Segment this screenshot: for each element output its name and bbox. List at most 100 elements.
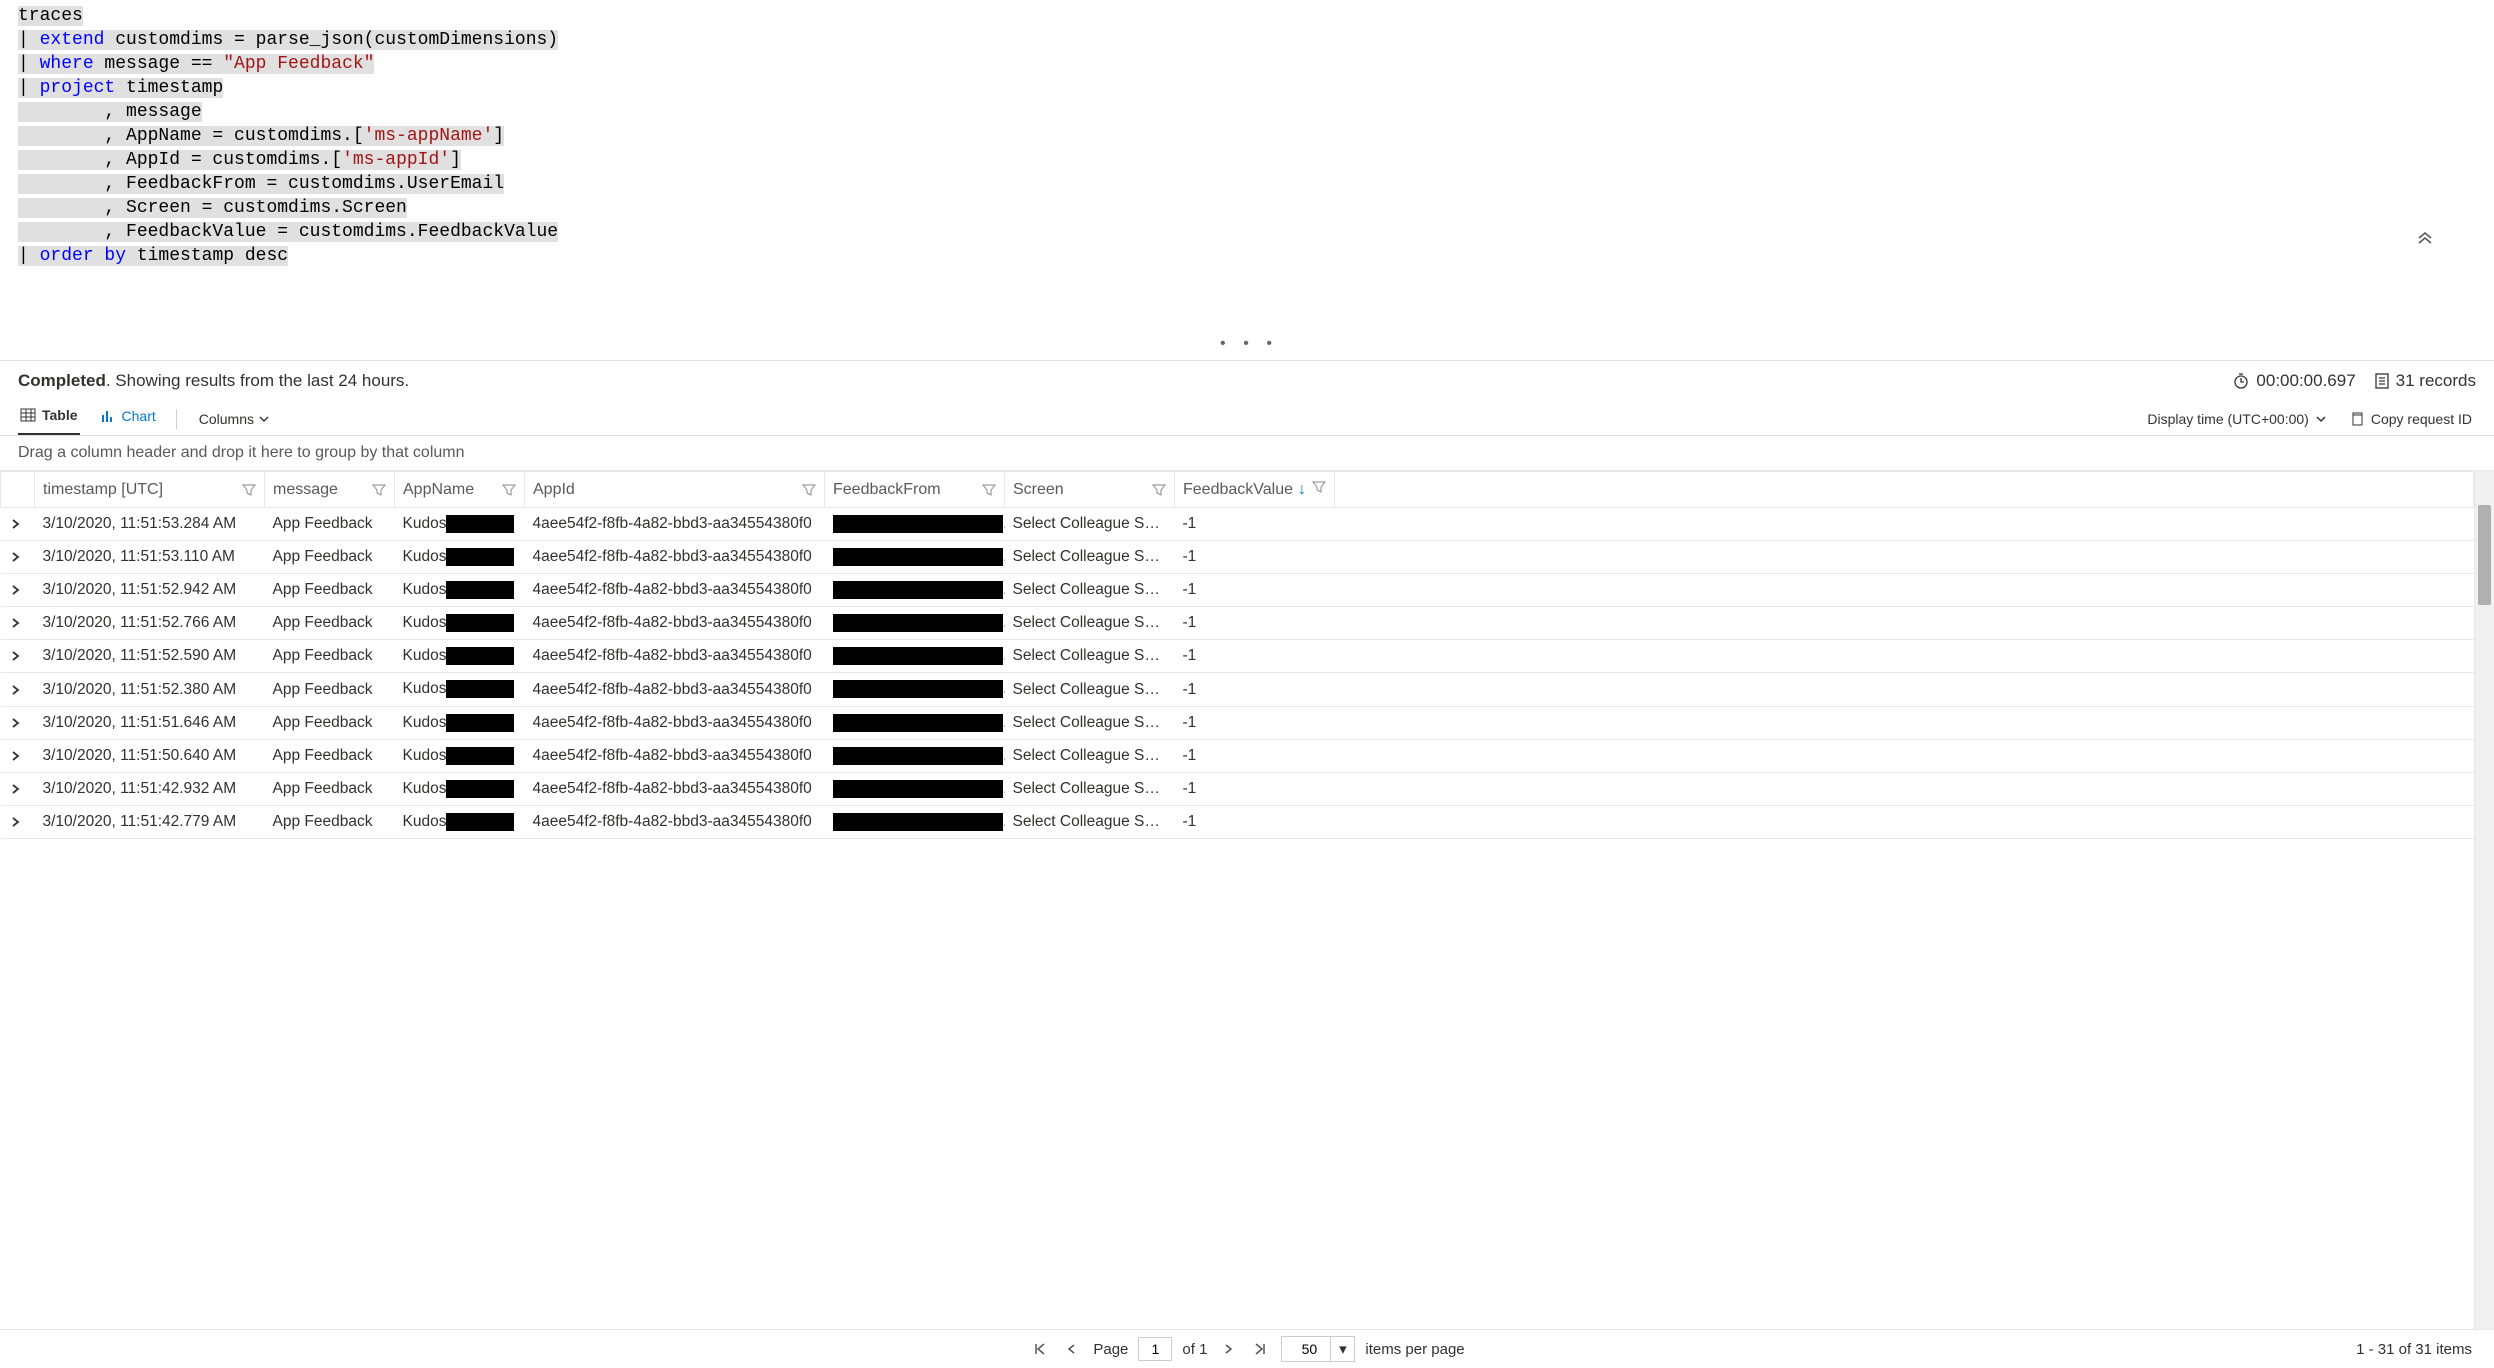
cell-screen: Select Colleague Screen [1005, 574, 1175, 607]
redacted-block [833, 780, 1003, 798]
resize-handle-icon[interactable]: • • • [1218, 332, 1276, 356]
expand-row-button[interactable] [1, 640, 35, 673]
cell-appname: Kudos [395, 805, 525, 838]
cell-feedbackfrom [825, 739, 1005, 772]
query-text: , FeedbackValue = customdims.FeedbackVal… [18, 222, 558, 242]
query-keyword-project: project [40, 78, 116, 98]
cell-feedbackvalue: -1 [1175, 541, 1335, 574]
expand-row-button[interactable] [1, 607, 35, 640]
vertical-scrollbar[interactable] [2474, 471, 2494, 1329]
query-keyword-extend: extend [40, 30, 105, 50]
view-tabs-bar: Table Chart Columns Display time (UTC+00… [0, 397, 2494, 436]
table-row[interactable]: 3/10/2020, 11:51:52.766 AMApp FeedbackKu… [1, 607, 2474, 640]
cell-screen: Select Colleague Screen [1005, 541, 1175, 574]
cell-timestamp: 3/10/2020, 11:51:53.284 AM [35, 508, 265, 541]
table-row[interactable]: 3/10/2020, 11:51:51.646 AMApp FeedbackKu… [1, 706, 2474, 739]
table-row[interactable]: 3/10/2020, 11:51:52.590 AMApp FeedbackKu… [1, 640, 2474, 673]
cell-appname: Kudos [395, 508, 525, 541]
pager-page-input[interactable] [1138, 1337, 1172, 1361]
query-text: timestamp [115, 78, 223, 98]
filter-icon[interactable] [1312, 480, 1326, 494]
cell-timestamp: 3/10/2020, 11:51:50.640 AM [35, 739, 265, 772]
column-header-expand [1, 472, 35, 508]
filter-icon[interactable] [242, 483, 256, 497]
cell-screen: Select Colleague Screen [1005, 673, 1175, 706]
cell-feedbackfrom [825, 574, 1005, 607]
cell-spacer [1335, 706, 2474, 739]
query-text: ] [450, 150, 461, 170]
sort-desc-icon: ↓ [1298, 481, 1306, 498]
query-string: "App Feedback" [223, 54, 374, 74]
cell-message: App Feedback [265, 739, 395, 772]
redacted-block [833, 813, 1003, 831]
filter-icon[interactable] [802, 483, 816, 497]
cell-spacer [1335, 805, 2474, 838]
table-tab[interactable]: Table [18, 403, 80, 435]
redacted-block [446, 614, 514, 632]
cell-spacer [1335, 541, 2474, 574]
cell-screen: Select Colleague Screen [1005, 607, 1175, 640]
cell-message: App Feedback [265, 508, 395, 541]
column-header-appname[interactable]: AppName [395, 472, 525, 508]
cell-appid: 4aee54f2-f8fb-4a82-bbd3-aa34554380f0 [525, 640, 825, 673]
expand-row-button[interactable] [1, 772, 35, 805]
bar-chart-icon [100, 408, 116, 424]
filter-icon[interactable] [1152, 483, 1166, 497]
expand-row-button[interactable] [1, 706, 35, 739]
cell-spacer [1335, 772, 2474, 805]
column-header-feedbackvalue[interactable]: FeedbackValue↓ [1175, 472, 1335, 508]
display-time-dropdown[interactable]: Display time (UTC+00:00) [2143, 407, 2330, 431]
cell-feedbackvalue: -1 [1175, 673, 1335, 706]
pager-size-input[interactable] [1282, 1337, 1330, 1361]
query-keyword-order: order by [40, 246, 126, 266]
copy-request-id-button[interactable]: Copy request ID [2345, 407, 2476, 431]
pager-first-button[interactable] [1029, 1338, 1051, 1360]
pager-size-select[interactable]: ▾ [1281, 1336, 1355, 1362]
expand-row-button[interactable] [1, 673, 35, 706]
pager-prev-button[interactable] [1061, 1338, 1083, 1360]
table-row[interactable]: 3/10/2020, 11:51:42.932 AMApp FeedbackKu… [1, 772, 2474, 805]
expand-row-button[interactable] [1, 805, 35, 838]
query-editor[interactable]: traces | extend customdims = parse_json(… [0, 0, 2494, 361]
columns-button[interactable]: Columns [195, 409, 274, 429]
scrollbar-thumb[interactable] [2478, 505, 2491, 605]
table-row[interactable]: 3/10/2020, 11:51:52.380 AMApp FeedbackKu… [1, 673, 2474, 706]
column-header-feedbackfrom[interactable]: FeedbackFrom [825, 472, 1005, 508]
column-header-appid[interactable]: AppId [525, 472, 825, 508]
query-text: timestamp desc [126, 246, 288, 266]
cell-spacer [1335, 739, 2474, 772]
cell-screen: Select Colleague Screen [1005, 772, 1175, 805]
column-header-timestamp[interactable]: timestamp [UTC] [35, 472, 265, 508]
table-row[interactable]: 3/10/2020, 11:51:42.779 AMApp FeedbackKu… [1, 805, 2474, 838]
collapse-editor-icon[interactable] [2417, 180, 2482, 292]
expand-row-button[interactable] [1, 574, 35, 607]
table-row[interactable]: 3/10/2020, 11:51:53.110 AMApp FeedbackKu… [1, 541, 2474, 574]
column-header-screen[interactable]: Screen [1005, 472, 1175, 508]
cell-feedbackfrom [825, 706, 1005, 739]
cell-feedbackvalue: -1 [1175, 706, 1335, 739]
redacted-block [833, 747, 1003, 765]
expand-row-button[interactable] [1, 508, 35, 541]
table-row[interactable]: 3/10/2020, 11:51:52.942 AMApp FeedbackKu… [1, 574, 2474, 607]
table-row[interactable]: 3/10/2020, 11:51:50.640 AMApp FeedbackKu… [1, 739, 2474, 772]
expand-row-button[interactable] [1, 739, 35, 772]
cell-message: App Feedback [265, 574, 395, 607]
group-by-drop-area[interactable]: Drag a column header and drop it here to… [0, 436, 2494, 471]
column-header-message[interactable]: message [265, 472, 395, 508]
chevron-down-icon[interactable]: ▾ [1330, 1337, 1354, 1361]
filter-icon[interactable] [372, 483, 386, 497]
filter-icon[interactable] [982, 483, 996, 497]
cell-timestamp: 3/10/2020, 11:51:53.110 AM [35, 541, 265, 574]
filter-icon[interactable] [502, 483, 516, 497]
pager-next-button[interactable] [1217, 1338, 1239, 1360]
cell-feedbackfrom [825, 673, 1005, 706]
chart-tab[interactable]: Chart [98, 404, 158, 434]
cell-appid: 4aee54f2-f8fb-4a82-bbd3-aa34554380f0 [525, 541, 825, 574]
pager-last-button[interactable] [1249, 1338, 1271, 1360]
table-row[interactable]: 3/10/2020, 11:51:53.284 AMApp FeedbackKu… [1, 508, 2474, 541]
cell-message: App Feedback [265, 541, 395, 574]
cell-timestamp: 3/10/2020, 11:51:52.942 AM [35, 574, 265, 607]
query-token: traces [18, 6, 83, 26]
results-table-scroll[interactable]: timestamp [UTC] message AppName AppId Fe… [0, 471, 2474, 1329]
expand-row-button[interactable] [1, 541, 35, 574]
